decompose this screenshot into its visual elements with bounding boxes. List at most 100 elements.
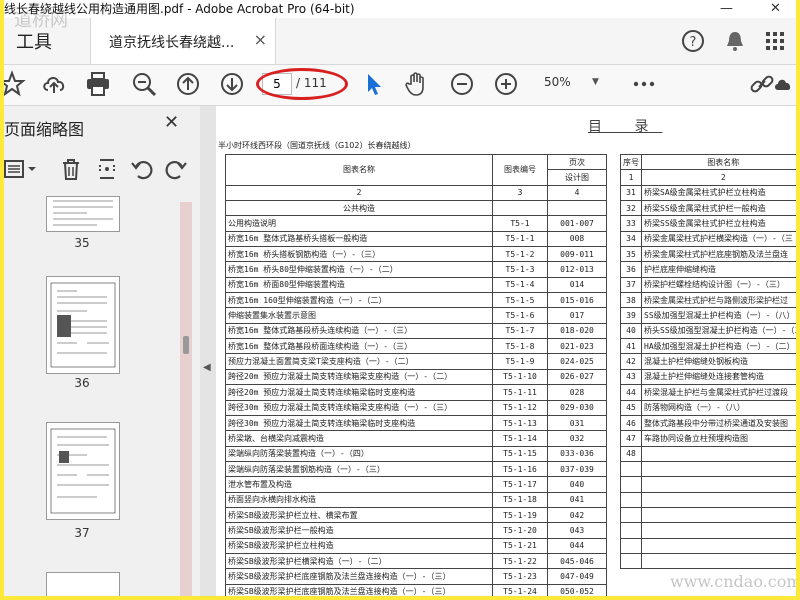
zoom-in-icon[interactable] (492, 70, 520, 98)
zoom-out-icon[interactable] (448, 70, 476, 98)
cell-code: T5-1-19 (492, 506, 548, 524)
table-row: 梁端纵向防落梁装置构造（一）-（四） T5-1-15 033-036 (225, 445, 607, 462)
cell-code: T5-1-18 (492, 491, 548, 508)
table-row: 33 桥梁SS级金属梁柱式护栏立柱构造 (620, 215, 796, 232)
cell-code: T5-1-10 (492, 368, 548, 386)
cell-page: 042 (547, 506, 607, 524)
panel-title: 页面缩略图 (4, 120, 85, 139)
collapse-arrow-icon[interactable]: ◀ (203, 362, 211, 373)
cell-page: 028 (547, 384, 607, 401)
cell-name: SS级加强型混凝土护栏构造（一）-（八） (640, 307, 796, 324)
cell-name: 车路协同设备立柱预埋构造图 (640, 430, 796, 447)
cell-page: 031 (547, 414, 607, 432)
cell-name: 桥宽16m 160型伸缩装置构造（一）-（二） (225, 292, 493, 309)
cell-page: 043 (547, 522, 607, 539)
thumbnail-scrollbar[interactable] (180, 202, 192, 596)
hand-tool-icon[interactable] (402, 70, 430, 98)
cell-seq (620, 552, 642, 570)
cell-seq (620, 476, 642, 493)
close-window-button[interactable]: ✕ (770, 0, 781, 18)
table-row: 公用构造说明 T5-1 001-007 (225, 215, 607, 232)
cell-name: 桥梁护栏螺栓结构设计图（一）-（三） (640, 276, 796, 294)
page-thumbnail[interactable] (46, 276, 120, 374)
previous-page-icon[interactable] (174, 70, 202, 98)
cell-name: 预应力混凝土面置简支梁T梁支座构造（一）-（二） (225, 353, 493, 370)
notification-bell-icon[interactable] (722, 28, 748, 54)
table-row: 桥梁SB级波形梁护栏底座钢筋及法兰盘连接构造（一）-（三） T5-1-24 050-… (225, 583, 607, 596)
page-thumbnail[interactable] (46, 196, 120, 232)
document-heading: 目 录 (588, 119, 663, 135)
cell-seq (620, 460, 642, 478)
zoom-dropdown-icon[interactable]: ▼ (592, 77, 599, 87)
select-cursor-icon[interactable] (360, 70, 388, 98)
cell-code: T5-1-22 (492, 552, 548, 570)
close-panel-icon[interactable]: ✕ (164, 112, 179, 133)
cell-name: 桥梁墩、台横梁向减震构造 (225, 430, 493, 447)
cell-name: 跨径20m 预应力混凝土简支转连续箱梁支座构造（一）-（二） (225, 368, 493, 386)
cell-page: 032 (547, 430, 607, 447)
thumbnail-label: 36 (74, 376, 90, 390)
cell-code: T5-1-5 (492, 292, 548, 309)
cell-name: 梁端纵向防落梁装置构造（一）-（四） (225, 445, 493, 462)
cell-page: 012-013 (547, 261, 607, 278)
contents-table-right: 序号 图表名称 1 2 31 桥梁SA级金属梁柱式护栏立柱构造 32 桥梁SS级金属梁… (620, 153, 796, 570)
cell-name: 桥梁SB级波形梁护栏立柱、横梁布置 (225, 506, 493, 524)
table-row: 桥宽16m 桥头搭板钢筋构造（一）-（三） T5-1-2 009-011 (225, 246, 607, 263)
extract-page-icon[interactable] (96, 157, 118, 181)
page-thumbnail[interactable] (46, 422, 120, 520)
document-view[interactable]: 目 录 半小时环线西环段（国道京抚线（G102）长春绕越线） 图表名称 图表编号… (216, 106, 796, 596)
apps-grid-icon[interactable] (762, 28, 788, 54)
collapse-panel-bar[interactable]: ◀ (200, 106, 216, 596)
cell-page: 001-007 (547, 215, 607, 232)
table-row: 37 桥梁护栏螺栓结构设计图（一）-（三） (620, 276, 796, 294)
rotate-clockwise-icon[interactable] (164, 157, 188, 181)
table-row: 41 HA级加强型混凝土护栏构造（一）-（二） (620, 338, 796, 355)
cell-code: T5-1-23 (492, 568, 548, 585)
cell-page: 018-020 (547, 322, 607, 340)
cell-seq: 31 (620, 184, 642, 202)
cell-name (640, 552, 796, 570)
cell-name (640, 476, 796, 493)
delete-page-icon[interactable] (60, 157, 82, 181)
cloud-account-icon[interactable] (772, 70, 796, 98)
upload-cloud-icon[interactable] (40, 70, 68, 98)
header-name: 图表名称 (225, 154, 493, 186)
table-row: 桥宽16m 整体式路基段桥头连续构造（一）-（三） T5-1-7 018-020 (225, 322, 607, 340)
help-icon[interactable]: ? (680, 28, 706, 54)
table-row: 桥宽16m 整体式路基段桥面连续构造（一）-（三） T5-1-8 021-023 (225, 338, 607, 355)
header-num: 4 (547, 184, 607, 202)
cell-name: 桥梁金属梁柱式护栏横梁构造（一）-（三 (640, 230, 796, 248)
thumbnail-options-icon[interactable] (4, 158, 40, 180)
cell-name: 跨径30m 预应力混凝土简支转连续箱梁临时支座构造 (225, 414, 493, 432)
cell-name: 桥梁SS级金属梁柱式护栏立柱构造 (640, 215, 796, 232)
table-row: 桥梁墩、台横梁向减震构造 T5-1-14 032 (225, 430, 607, 447)
cell-name: 桥宽16m 整体式路基桥头搭板一般构造 (225, 230, 493, 248)
tab-document[interactable]: 道京抚线长春绕越... × (90, 18, 276, 64)
cell-page: 045-046 (547, 552, 607, 570)
page-thumbnail[interactable] (46, 572, 120, 596)
more-tools-icon[interactable] (630, 70, 658, 98)
bookmark-star-icon[interactable] (4, 70, 26, 98)
zoom-search-icon[interactable] (130, 70, 158, 98)
document-subtitle: 半小时环线西环段（国道京抚线（G102）长春绕越线） (218, 141, 416, 150)
print-icon[interactable] (84, 70, 112, 98)
minimize-button[interactable]: — (720, 0, 733, 18)
scrollbar-handle[interactable] (183, 336, 189, 354)
acrobat-window: 线长春绕越线公用构造通用图.pdf - Adobe Acrobat Pro (6… (4, 0, 796, 596)
table-row: 47 车路协同设备立柱预埋构造图 (620, 430, 796, 447)
rotate-counterclockwise-icon[interactable] (130, 157, 154, 181)
cell-seq (620, 491, 642, 508)
cell-name: 桥面竖向水横向排水构造 (225, 491, 493, 508)
cell-name (640, 537, 796, 554)
cell-page: 033-036 (547, 445, 607, 462)
table-row: 38 桥梁金属梁柱式护栏与路侧波形梁护栏过 (620, 292, 796, 309)
cell-code: T5-1-9 (492, 353, 548, 370)
close-tab-icon[interactable]: × (254, 30, 267, 49)
cell-seq: 36 (620, 261, 642, 278)
table-row: 35 桥梁金属梁柱式护栏底座钢筋及法兰盘连 (620, 246, 796, 263)
watermark-logo: 道桥网 (14, 10, 68, 31)
next-page-icon[interactable] (218, 70, 246, 98)
zoom-level[interactable]: 50% (544, 75, 571, 89)
header-page-sub: 设计图 (547, 169, 607, 186)
cell-seq: 33 (620, 215, 642, 232)
